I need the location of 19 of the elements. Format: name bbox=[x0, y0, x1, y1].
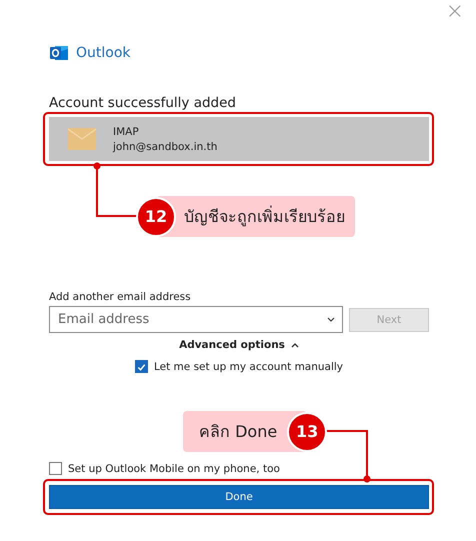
checkbox[interactable] bbox=[49, 462, 62, 475]
heading: Account successfully added bbox=[49, 95, 237, 111]
step-number: 12 bbox=[136, 196, 176, 236]
close-button[interactable]: × bbox=[442, 0, 468, 24]
field-label: Add another email address bbox=[49, 291, 192, 303]
advanced-options-toggle[interactable]: Advanced options bbox=[179, 339, 285, 351]
step-number: 13 bbox=[287, 412, 328, 452]
dropdown-icon bbox=[327, 317, 335, 322]
account-type: IMAP bbox=[113, 126, 140, 138]
envelope-icon bbox=[68, 128, 96, 150]
account-email: john@sandbox.in.th bbox=[113, 140, 218, 152]
checkbox-label: Let me set up my account manually bbox=[154, 360, 344, 372]
outlook-logo-icon bbox=[49, 43, 69, 63]
checkbox[interactable] bbox=[134, 360, 148, 373]
app-name: Outlook bbox=[76, 45, 131, 61]
email-field[interactable]: Email address bbox=[49, 306, 343, 333]
leader-line bbox=[326, 430, 370, 482]
done-button[interactable]: Done bbox=[49, 485, 429, 509]
checkbox-label: Set up Outlook Mobile on my phone, too bbox=[68, 462, 280, 474]
